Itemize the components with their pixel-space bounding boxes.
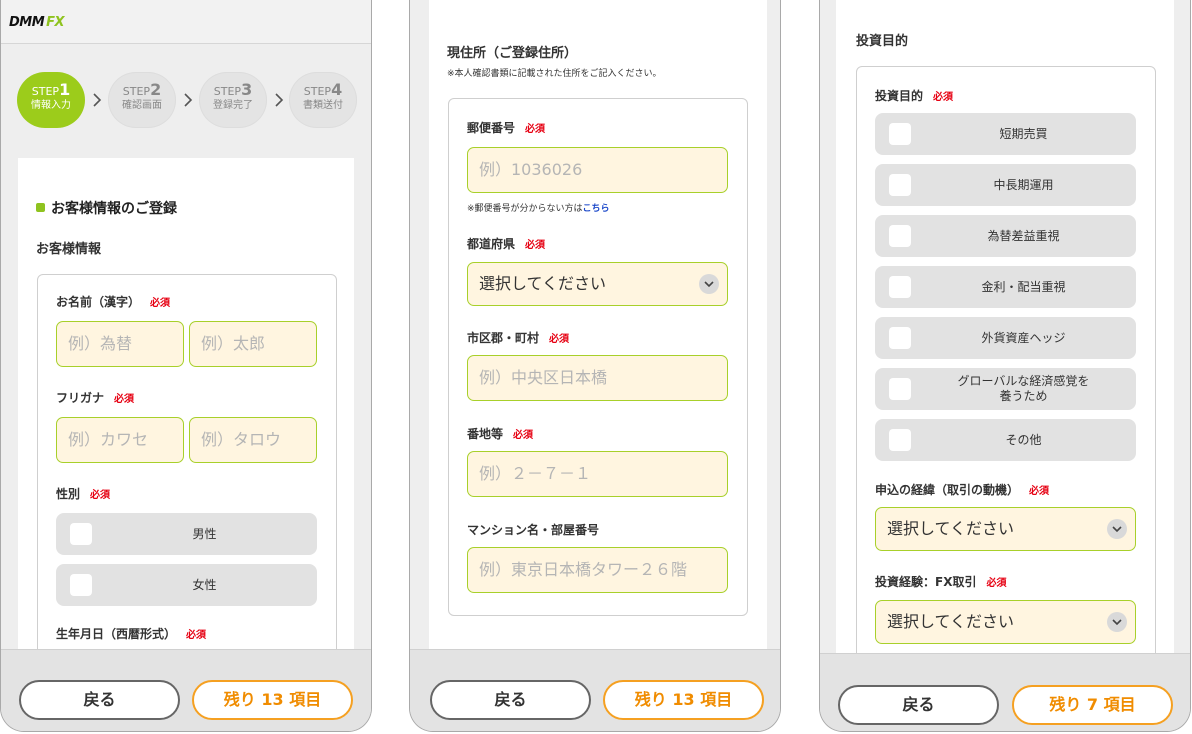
prefecture-select[interactable]: 選択してください: [467, 262, 728, 306]
bullet-icon: [36, 203, 45, 212]
chevron-right-icon: [184, 93, 193, 107]
address-group: 郵便番号 必須 例）1036026 ※郵便番号が分からない方はこちら 都道府県 必須…: [448, 98, 748, 616]
checkbox-box: [889, 174, 911, 196]
postal-help: ※郵便番号が分からない方はこちら: [467, 204, 610, 214]
street-label: 番地等 必須: [467, 427, 534, 441]
last-kana-input[interactable]: 例）カワセ: [56, 417, 184, 463]
customer-info-group: お名前（漢字） 必須 例）為替 例）太郎 フリガナ 必須 例）カワセ 例）タロウ 性…: [37, 274, 337, 694]
first-kana-input[interactable]: 例）タロウ: [189, 417, 317, 463]
gender-male-checkbox[interactable]: 男性: [56, 513, 317, 555]
investment-title: 投資目的: [856, 34, 909, 49]
building-input[interactable]: 例）東京日本橋タワー２６階: [467, 547, 728, 593]
step-3: STEP3 登録完了: [199, 72, 267, 128]
dmm-fx-logo[interactable]: DMM FX: [9, 15, 65, 30]
kana-label: フリガナ 必須: [56, 391, 135, 405]
remaining-items-button[interactable]: 残り 7 項目: [1012, 685, 1173, 725]
postal-code-input[interactable]: 例）1036026: [467, 147, 728, 193]
investment-group: 投資目的 必須 短期売買 中長期運用 為替差益重視 金利・配当重視 外貨資産ヘッジ…: [856, 66, 1156, 686]
experience-label: 投資経験：FX取引 必須: [875, 575, 1007, 589]
name-label: お名前（漢字） 必須: [56, 295, 171, 309]
gender-female-checkbox[interactable]: 女性: [56, 564, 317, 606]
footer-bar: 戻る 残り 13 項目: [410, 649, 780, 731]
form-card: 投資目的 投資目的 必須 短期売買 中長期運用 為替差益重視 金利・配当重視 外貨…: [836, 0, 1174, 686]
chevron-down-icon: [1107, 519, 1127, 539]
motive-label: 申込の経緯（取引の動機） 必須: [875, 483, 1050, 497]
city-label: 市区郡・町村 必須: [467, 331, 570, 345]
checkbox-box: [889, 327, 911, 349]
form-card: お客様情報のご登録 お客様情報 お名前（漢字） 必須 例）為替 例）太郎 フリガナ…: [18, 158, 354, 694]
chevron-down-icon: [1107, 612, 1127, 632]
purpose-option-checkbox[interactable]: 中長期運用: [875, 164, 1136, 206]
phone-screen-investment: 投資目的 投資目的 必須 短期売買 中長期運用 為替差益重視 金利・配当重視 外貨…: [819, 0, 1191, 732]
step-progress: STEP1 情報入力 STEP2 確認画面 STEP3 登録完了 STEP4 書…: [17, 72, 357, 128]
purpose-option-checkbox[interactable]: 金利・配当重視: [875, 266, 1136, 308]
fx-experience-select[interactable]: 選択してください: [875, 600, 1136, 644]
checkbox-box: [70, 574, 92, 596]
remaining-items-button[interactable]: 残り 13 項目: [192, 680, 353, 720]
section-title: お客様情報のご登録: [36, 198, 177, 218]
checkbox-box: [889, 225, 911, 247]
address-title: 現住所（ご登録住所）: [447, 46, 578, 61]
purpose-option-checkbox[interactable]: その他: [875, 419, 1136, 461]
header-bar: DMM FX: [1, 0, 371, 44]
checkbox-box: [889, 276, 911, 298]
sub-title: お客様情報: [36, 242, 102, 257]
checkbox-box: [70, 523, 92, 545]
building-label: マンション名・部屋番号: [467, 523, 600, 537]
checkbox-box: [889, 378, 911, 400]
purpose-label: 投資目的 必須: [875, 89, 954, 103]
back-button[interactable]: 戻る: [19, 680, 180, 720]
step-2: STEP2 確認画面: [108, 72, 176, 128]
step-1: STEP1 情報入力: [17, 72, 85, 128]
purpose-option-checkbox[interactable]: 外貨資産ヘッジ: [875, 317, 1136, 359]
last-name-input[interactable]: 例）為替: [56, 321, 184, 367]
prefecture-label: 都道府県 必須: [467, 237, 546, 251]
purpose-option-checkbox[interactable]: 為替差益重視: [875, 215, 1136, 257]
phone-screen-customer-info: DMM FX STEP1 情報入力 STEP2 確認画面 STEP3 登録完了 S…: [0, 0, 372, 732]
motive-select[interactable]: 選択してください: [875, 507, 1136, 551]
back-button[interactable]: 戻る: [838, 685, 999, 725]
purpose-option-checkbox[interactable]: グローバルな経済感覚を 養うため: [875, 368, 1136, 410]
remaining-items-button[interactable]: 残り 13 項目: [603, 680, 764, 720]
postal-label: 郵便番号 必須: [467, 121, 546, 135]
footer-bar: 戻る 残り 7 項目: [820, 653, 1190, 731]
street-input[interactable]: 例）２－７－１: [467, 451, 728, 497]
phone-screen-address: 現住所（ご登録住所） ※本人確認書類に記載された住所をご記入ください。 郵便番号…: [409, 0, 781, 732]
city-input[interactable]: 例）中央区日本橋: [467, 355, 728, 401]
chevron-right-icon: [93, 93, 102, 107]
footer-bar: 戻る 残り 13 項目: [1, 649, 371, 731]
chevron-right-icon: [275, 93, 284, 107]
address-note: ※本人確認書類に記載された住所をご記入ください。: [447, 69, 662, 79]
birthdate-label: 生年月日（西暦形式） 必須: [56, 627, 207, 641]
purpose-option-checkbox[interactable]: 短期売買: [875, 113, 1136, 155]
first-name-input[interactable]: 例）太郎: [189, 321, 317, 367]
form-card: 現住所（ご登録住所） ※本人確認書類に記載された住所をご記入ください。 郵便番号…: [429, 0, 767, 660]
chevron-down-icon: [699, 274, 719, 294]
back-button[interactable]: 戻る: [430, 680, 591, 720]
checkbox-box: [889, 429, 911, 451]
step-4: STEP4 書類送付: [289, 72, 357, 128]
checkbox-box: [889, 123, 911, 145]
gender-label: 性別 必須: [56, 487, 111, 501]
postal-lookup-link[interactable]: こちら: [583, 204, 610, 214]
